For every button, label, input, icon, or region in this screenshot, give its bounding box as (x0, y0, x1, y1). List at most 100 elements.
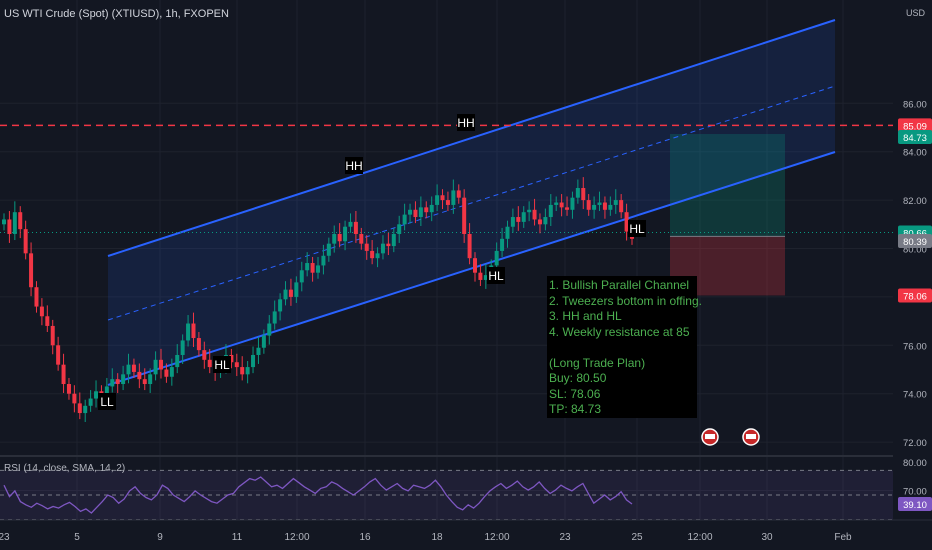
note-line: Buy: 80.50 (549, 371, 607, 385)
take-profit-zone (670, 134, 785, 237)
candle-body (278, 299, 283, 312)
candle-body (94, 391, 99, 399)
candle-body (299, 270, 304, 283)
candle-body (202, 350, 207, 360)
candle-body (34, 287, 39, 307)
x-tick-label: 9 (157, 532, 163, 543)
candle-body (348, 221, 353, 227)
candle-body (575, 188, 580, 198)
candle-body (554, 202, 559, 205)
candle-body (39, 306, 44, 317)
annotation-label: LL (100, 395, 114, 409)
candle-body (565, 207, 570, 210)
candle-body (397, 224, 402, 234)
candle-body (521, 212, 526, 222)
candle-body (164, 369, 169, 377)
candle-body (321, 255, 326, 266)
candle-body (402, 214, 407, 225)
candle-body (391, 233, 396, 247)
candle-body (56, 345, 61, 365)
candle-body (77, 403, 82, 414)
candle-body (196, 338, 201, 351)
rsi-label: RSI (14, close, SMA, 14, 2) (4, 463, 126, 474)
candle-body (619, 200, 624, 213)
candle-body (527, 209, 532, 213)
candle-body (386, 243, 391, 247)
candle-body (261, 335, 266, 348)
candle-body (148, 374, 153, 385)
axis-currency: USD (906, 8, 926, 18)
candle-body (451, 190, 456, 205)
candle-body (180, 340, 185, 355)
candle-body (288, 289, 293, 297)
rsi-tick-label: 80.00 (903, 458, 927, 469)
candle-body (251, 354, 256, 368)
y-tick-label: 72.00 (903, 438, 927, 449)
y-tick-label: 74.00 (903, 390, 927, 401)
candle-body (104, 386, 109, 394)
candle-body (110, 379, 115, 387)
note-line: SL: 78.06 (549, 386, 601, 401)
candle-body (12, 212, 17, 234)
candle-body (413, 209, 418, 218)
candle-body (126, 364, 131, 375)
candle-body (115, 379, 120, 385)
candle-body (137, 371, 142, 380)
candle-body (375, 253, 380, 259)
candle-body (256, 347, 261, 355)
candle-body (29, 253, 34, 288)
candle-body (613, 200, 618, 205)
candle-body (359, 233, 364, 244)
x-tick-label: 30 (761, 532, 773, 543)
candle-body (142, 379, 147, 385)
candle-body (478, 272, 483, 280)
candle-body (353, 221, 358, 234)
event-flag-stripe (746, 434, 756, 439)
x-tick-label: 12:00 (484, 532, 509, 543)
candle-body (186, 323, 191, 341)
candle-body (153, 359, 158, 375)
annotation-label: HL (488, 269, 504, 283)
price-label-text: 80.39 (903, 237, 927, 248)
candle-body (500, 238, 505, 251)
note-line: 2. Tweezers bottom in offing. (549, 293, 702, 308)
candle-body (380, 243, 385, 254)
candle-body (61, 364, 66, 385)
candle-body (131, 364, 136, 372)
candle-body (586, 200, 591, 210)
candle-body (424, 207, 429, 213)
candle-body (445, 200, 450, 205)
candle-body (50, 325, 55, 346)
candle-body (505, 226, 510, 239)
candle-body (45, 316, 50, 326)
y-tick-label: 70.00 (903, 487, 927, 498)
candle-body (191, 323, 196, 339)
candle-body (245, 367, 250, 375)
y-tick-label: 82.00 (903, 196, 927, 207)
candle-body (570, 197, 575, 210)
candle-body (548, 204, 553, 218)
note-line: 1. Bullish Parallel Channel (549, 278, 690, 292)
annotation-label: HH (457, 116, 474, 130)
candle-body (283, 289, 288, 300)
candle-body (429, 204, 434, 213)
candle-body (608, 204, 613, 210)
x-tick-label: Feb (834, 532, 852, 543)
note-line: TP: 84.73 (549, 402, 602, 416)
candle-body (294, 282, 299, 297)
note-line (549, 340, 697, 356)
price-chart[interactable]: LLHLHHHHHLHLUSD86.0084.0082.0080.0078.00… (0, 0, 932, 550)
candle-body (240, 367, 245, 375)
y-tick-label: 76.00 (903, 341, 927, 352)
x-tick-label: 23 (0, 532, 10, 543)
x-tick-label: 16 (359, 532, 371, 543)
x-tick-label: 18 (431, 532, 443, 543)
candle-body (440, 195, 445, 201)
candle-body (267, 323, 272, 336)
candle-body (473, 258, 477, 273)
candle-body (418, 207, 423, 218)
candle-body (316, 265, 320, 273)
candle-body (121, 374, 126, 385)
candle-body (83, 405, 88, 414)
y-tick-label: 86.00 (903, 99, 927, 110)
